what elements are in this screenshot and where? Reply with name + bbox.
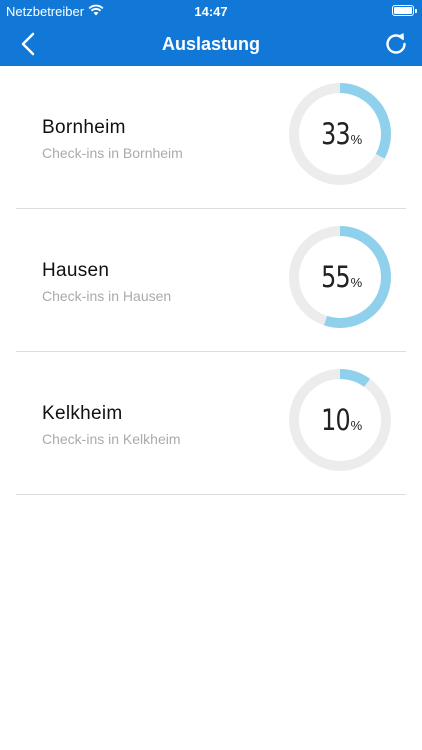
status-bar: Netzbetreiber 14:47: [0, 0, 422, 22]
gauge-unit: %: [350, 417, 363, 433]
gauge-value: 33: [320, 117, 350, 151]
location-subtitle: Check-ins in Bornheim: [42, 145, 183, 161]
refresh-icon: [386, 33, 406, 54]
list-item[interactable]: Kelkheim Check-ins in Kelkheim 10 %: [16, 352, 406, 495]
occupancy-gauge: 10 %: [288, 368, 392, 472]
gauge-value: 55: [320, 260, 350, 294]
refresh-button[interactable]: [382, 30, 410, 58]
battery-icon: [392, 5, 417, 16]
location-name: Kelkheim: [42, 403, 123, 424]
list-item[interactable]: Hausen Check-ins in Hausen 55 %: [16, 209, 406, 352]
status-time: 14:47: [194, 4, 228, 19]
location-list: Bornheim Check-ins in Bornheim 33 % Haus…: [0, 66, 422, 495]
page-title: Auslastung: [161, 34, 260, 54]
occupancy-gauge: 55 %: [288, 225, 392, 329]
gauge-value: 10: [320, 403, 350, 437]
navigation-bar: Auslastung: [0, 22, 422, 66]
location-subtitle: Check-ins in Kelkheim: [42, 431, 181, 447]
gauge-unit: %: [350, 274, 363, 290]
list-item[interactable]: Bornheim Check-ins in Bornheim 33 %: [16, 66, 406, 209]
location-name: Bornheim: [42, 117, 126, 138]
location-name: Hausen: [42, 260, 110, 281]
gauge-unit: %: [350, 131, 363, 147]
location-subtitle: Check-ins in Hausen: [42, 288, 172, 304]
occupancy-gauge: 33 %: [288, 82, 392, 186]
